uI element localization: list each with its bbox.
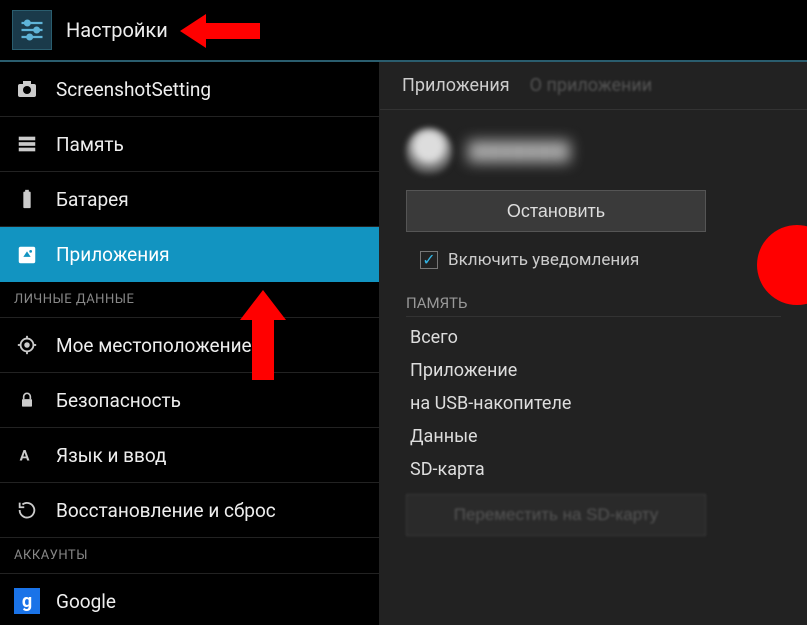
sidebar-item-apps[interactable]: Приложения (0, 227, 379, 282)
sidebar-item-memory[interactable]: Память (0, 117, 379, 172)
memory-row-app: Приложение (380, 354, 807, 387)
svg-text:A: A (20, 447, 30, 465)
sidebar-item-label: Восстановление и сброс (56, 499, 276, 522)
sidebar-item-label: Память (56, 133, 124, 156)
sidebar-item-label: Безопасность (56, 389, 181, 412)
storage-icon (14, 131, 40, 157)
sidebar-item-security[interactable]: Безопасность (0, 373, 379, 428)
section-accounts-header: АККАУНТЫ (0, 538, 379, 574)
sidebar-item-label: Приложения (56, 243, 170, 266)
tab-about[interactable]: О приложении (530, 75, 653, 96)
app-info-row: ████████ (380, 110, 807, 180)
detail-pane: Приложения О приложении ████████ Останов… (380, 62, 807, 625)
notifications-row[interactable]: ✓ Включить уведомления (380, 242, 807, 286)
lock-icon (14, 387, 40, 413)
memory-row-usb: на USB-накопителе (380, 387, 807, 420)
sidebar-item-battery[interactable]: Батарея (0, 172, 379, 227)
memory-row-total: Всего (380, 321, 807, 354)
detail-tabs: Приложения О приложении (380, 62, 807, 110)
sidebar-item-location[interactable]: Мое местоположение (0, 318, 379, 373)
sidebar-item-google[interactable]: g Google (0, 574, 379, 625)
settings-sidebar: ScreenshotSetting Память Батарея Приложе… (0, 62, 380, 625)
language-icon: A (14, 442, 40, 468)
location-icon (14, 332, 40, 358)
notifications-label: Включить уведомления (448, 250, 639, 270)
annotation-arrow-up (240, 290, 286, 380)
sidebar-item-label: ScreenshotSetting (56, 78, 211, 101)
sidebar-item-language[interactable]: A Язык и ввод (0, 428, 379, 483)
sidebar-item-label: Язык и ввод (56, 444, 167, 467)
google-icon: g (14, 588, 40, 614)
section-personal-header: ЛИЧНЫЕ ДАННЫЕ (0, 282, 379, 318)
battery-icon (14, 186, 40, 212)
memory-section-header: ПАМЯТЬ (406, 286, 781, 317)
sidebar-item-label: Google (56, 590, 116, 613)
settings-icon (12, 10, 52, 50)
settings-header: Настройки (0, 0, 807, 62)
stop-button[interactable]: Остановить (406, 190, 706, 232)
app-big-icon (406, 128, 452, 174)
annotation-arrow-left (180, 14, 260, 48)
checkbox-checked-icon[interactable]: ✓ (420, 251, 438, 269)
memory-row-sd: SD-карта (380, 453, 807, 486)
sidebar-item-label: Мое местоположение (56, 334, 252, 357)
sidebar-item-screenshot[interactable]: ScreenshotSetting (0, 62, 379, 117)
app-name-blurred: ████████ (468, 141, 570, 162)
memory-row-data: Данные (380, 420, 807, 453)
sidebar-item-label: Батарея (56, 188, 129, 211)
page-title: Настройки (66, 18, 168, 42)
sidebar-item-reset[interactable]: Восстановление и сброс (0, 483, 379, 538)
move-to-sd-button: Переместить на SD-карту (406, 494, 706, 536)
reset-icon (14, 497, 40, 523)
tab-apps[interactable]: Приложения (402, 75, 510, 96)
camera-icon (14, 76, 40, 102)
apps-icon (14, 242, 40, 268)
